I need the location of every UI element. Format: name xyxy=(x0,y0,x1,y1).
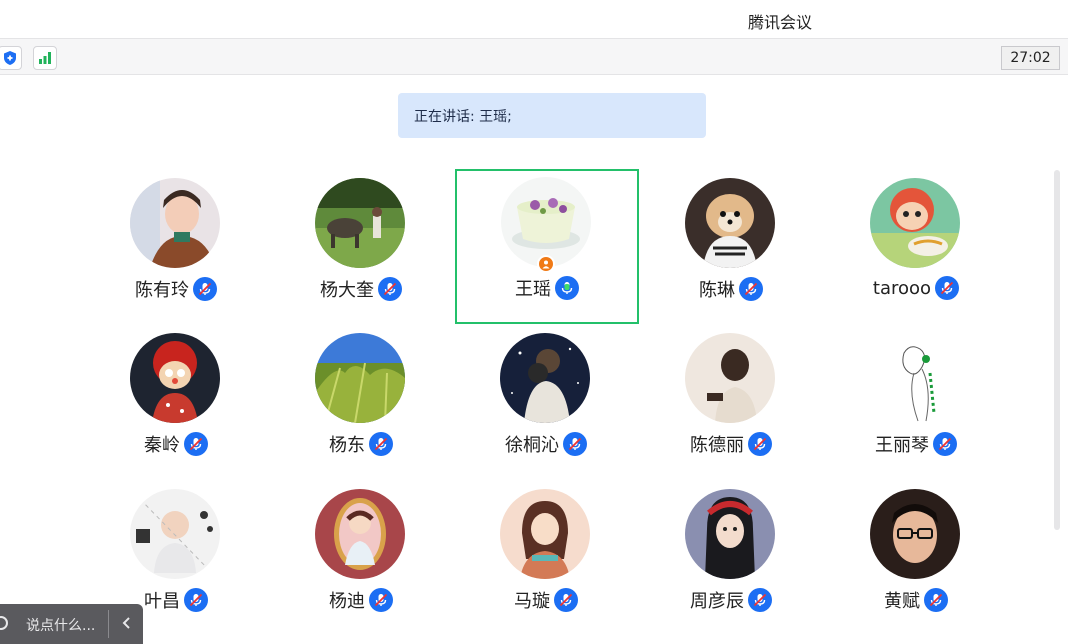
chat-input-bar[interactable]: 说点什么... xyxy=(0,604,143,644)
avatar xyxy=(130,178,220,268)
participant-name: 陈琳 xyxy=(699,280,735,301)
avatar xyxy=(870,489,960,579)
name-row: 王瑶 xyxy=(455,275,639,301)
participant-tile[interactable]: 徐桐沁 xyxy=(454,325,638,480)
muted-mic-icon xyxy=(554,588,578,612)
participant-name: 陈德丽 xyxy=(690,435,744,456)
name-row: 徐桐沁 xyxy=(454,431,638,457)
avatar xyxy=(870,178,960,268)
speaking-names: 王瑶; xyxy=(479,109,512,125)
muted-mic-icon xyxy=(184,432,208,456)
participant-tile[interactable]: tarooo xyxy=(824,170,1008,325)
participant-tile[interactable]: 马璇 xyxy=(454,481,638,636)
speaking-mic-icon xyxy=(555,276,579,300)
avatar xyxy=(685,333,775,423)
participant-tile[interactable]: 陈有玲 xyxy=(84,170,268,325)
avatar xyxy=(130,333,220,423)
muted-mic-icon xyxy=(739,277,763,301)
participant-name: 黄赋 xyxy=(884,591,920,612)
participant-name: 徐桐沁 xyxy=(505,435,559,456)
participant-tile-active-speaker[interactable]: 王瑶 xyxy=(455,169,639,324)
scrollbar[interactable] xyxy=(1054,170,1060,530)
participant-name: 周彦辰 xyxy=(690,591,744,612)
emoji-icon[interactable] xyxy=(0,616,8,630)
participant-tile[interactable]: 陈琳 xyxy=(639,170,823,325)
avatar xyxy=(685,489,775,579)
muted-mic-icon xyxy=(369,432,393,456)
avatar xyxy=(501,177,591,267)
title-bar: 腾讯会议 xyxy=(0,0,1068,38)
security-shield-icon[interactable] xyxy=(0,46,22,70)
name-row: 王丽琴 xyxy=(824,431,1008,457)
host-badge-icon xyxy=(537,255,555,273)
muted-mic-icon xyxy=(748,588,772,612)
chevron-left-icon[interactable] xyxy=(118,614,136,632)
participant-name: 叶昌 xyxy=(144,591,180,612)
name-row: 陈有玲 xyxy=(84,276,268,302)
avatar xyxy=(685,178,775,268)
speaking-indicator: 正在讲话: 王瑶; xyxy=(398,93,706,138)
name-row: 杨东 xyxy=(269,431,453,457)
muted-mic-icon xyxy=(369,588,393,612)
name-row: 周彦辰 xyxy=(639,587,823,613)
avatar xyxy=(500,489,590,579)
avatar xyxy=(315,489,405,579)
participant-name: 杨大奎 xyxy=(320,280,374,301)
divider xyxy=(108,610,109,638)
participant-tile[interactable]: 杨东 xyxy=(269,325,453,480)
avatar xyxy=(315,333,405,423)
muted-mic-icon xyxy=(193,277,217,301)
participant-name: 陈有玲 xyxy=(135,280,189,301)
muted-mic-icon xyxy=(378,277,402,301)
meeting-timer: 27:02 xyxy=(1001,46,1060,70)
name-row: tarooo xyxy=(824,276,1008,300)
name-row: 黄赋 xyxy=(824,587,1008,613)
name-row: 马璇 xyxy=(454,587,638,613)
speaking-label: 正在讲话: xyxy=(414,109,475,125)
participant-name: 马璇 xyxy=(514,591,550,612)
participant-tile[interactable]: 陈德丽 xyxy=(639,325,823,480)
participant-name: 杨迪 xyxy=(329,591,365,612)
participant-tile[interactable]: 周彦辰 xyxy=(639,481,823,636)
avatar xyxy=(500,333,590,423)
name-row: 陈德丽 xyxy=(639,431,823,457)
participant-name: 王瑶 xyxy=(515,279,551,300)
name-row: 杨迪 xyxy=(269,587,453,613)
muted-mic-icon xyxy=(924,588,948,612)
meeting-toolbar: 27:02 xyxy=(0,38,1068,75)
name-row: 陈琳 xyxy=(639,276,823,302)
participant-tile[interactable]: 王丽琴 xyxy=(824,325,1008,480)
participant-name: 秦岭 xyxy=(144,435,180,456)
participant-name: 王丽琴 xyxy=(875,435,929,456)
muted-mic-icon xyxy=(748,432,772,456)
avatar xyxy=(870,333,960,423)
muted-mic-icon xyxy=(933,432,957,456)
chat-input-placeholder[interactable]: 说点什么... xyxy=(26,615,95,635)
avatar xyxy=(315,178,405,268)
participant-name: tarooo xyxy=(872,277,932,299)
network-signal-icon[interactable] xyxy=(33,46,57,70)
participant-tile[interactable]: 秦岭 xyxy=(84,325,268,480)
participant-tile[interactable]: 杨迪 xyxy=(269,481,453,636)
participant-tile[interactable]: 黄赋 xyxy=(824,481,1008,636)
participant-tile[interactable]: 杨大奎 xyxy=(269,170,453,325)
avatar xyxy=(130,489,220,579)
muted-mic-icon xyxy=(184,588,208,612)
muted-mic-icon xyxy=(563,432,587,456)
name-row: 秦岭 xyxy=(84,431,268,457)
name-row: 杨大奎 xyxy=(269,276,453,302)
participant-name: 杨东 xyxy=(329,435,365,456)
muted-mic-icon xyxy=(935,276,960,300)
window-title: 腾讯会议 xyxy=(748,13,813,32)
